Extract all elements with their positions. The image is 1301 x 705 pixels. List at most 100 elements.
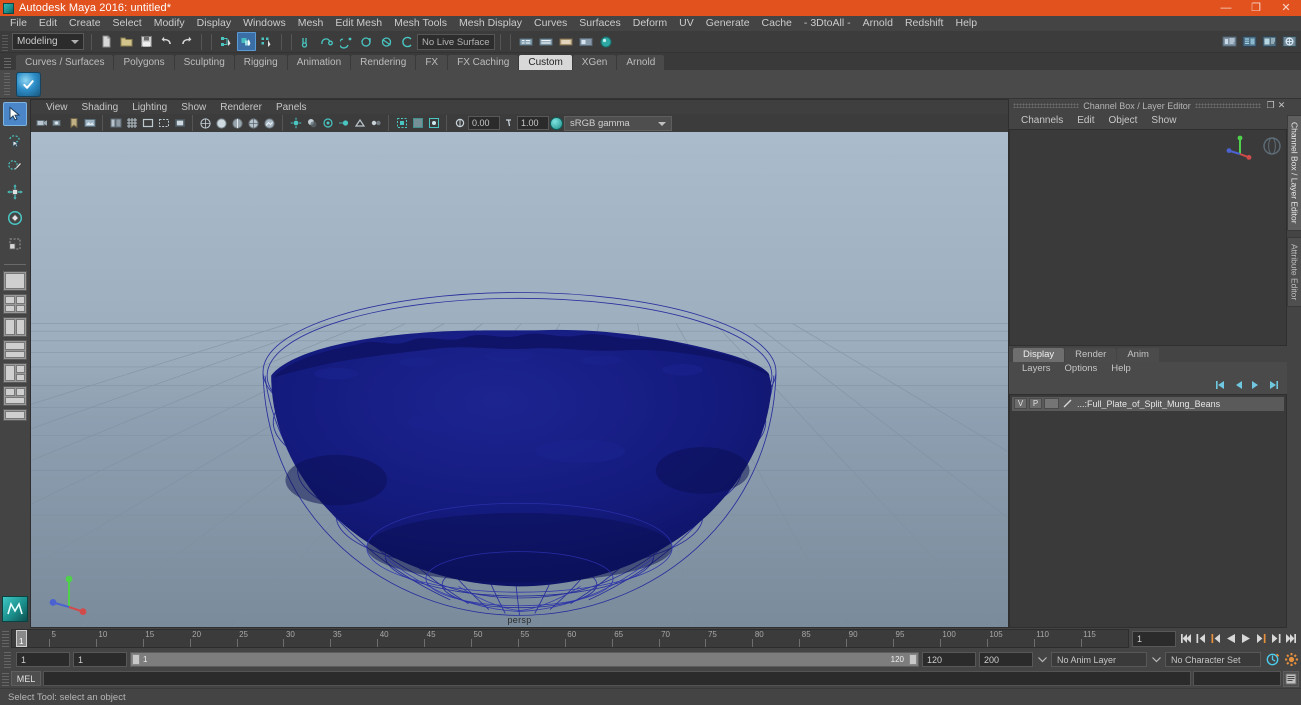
gate-mask-icon[interactable] [172,116,187,131]
step-forward-keyframe-icon[interactable] [1269,631,1282,646]
bookmarks-icon[interactable] [66,116,81,131]
time-cursor[interactable]: 1 [16,630,27,647]
script-editor-icon[interactable] [1283,670,1299,687]
color-management-dropdown[interactable]: sRGB gamma [564,115,672,131]
layout-more-button[interactable] [3,409,27,421]
close-button[interactable]: ✕ [1271,0,1301,16]
anim-layer-field[interactable]: No Anim Layer [1051,651,1147,667]
gamma-icon[interactable] [501,116,516,131]
snap-to-view-plane-icon[interactable] [377,32,396,51]
layout-outliner-persp[interactable] [3,386,27,406]
render-settings-icon[interactable] [576,32,595,51]
shelf-tab-polygons[interactable]: Polygons [114,55,174,70]
hypershade-icon[interactable] [596,32,615,51]
vtab-attribute-editor[interactable]: Attribute Editor [1286,236,1301,307]
menu-help[interactable]: Help [949,16,983,31]
vtab-channel-box-layer-editor[interactable]: Channel Box / Layer Editor [1286,115,1301,231]
menu-generate[interactable]: Generate [700,16,756,31]
go-to-start-icon[interactable] [1179,631,1192,646]
maximize-button[interactable]: ❐ [1241,0,1271,16]
play-forwards-icon[interactable] [1239,631,1252,646]
layer-prev-icon[interactable] [1232,380,1244,391]
shelf-tab-custom[interactable]: Custom [519,55,572,70]
layer-tab-anim[interactable]: Anim [1117,347,1159,362]
select-tool[interactable] [3,102,27,126]
character-set-field[interactable]: No Character Set [1165,651,1261,667]
step-forward-frame-icon[interactable] [1254,631,1267,646]
time-slider[interactable]: 5 10 15 20 25 30 35 40 45 50 55 60 65 70 75 80 85 90 95 100… [11,629,1129,648]
layer-name[interactable]: ...:Full_Plate_of_Split_Mung_Beans [1075,399,1220,409]
lights-toggle-icon[interactable] [288,116,303,131]
menu-cache[interactable]: Cache [756,16,798,31]
menu-mesh-display[interactable]: Mesh Display [453,16,528,31]
step-back-keyframe-icon[interactable] [1194,631,1207,646]
menu-mesh[interactable]: Mesh [292,16,330,31]
menu-redshift[interactable]: Redshift [899,16,950,31]
menu-edit-mesh[interactable]: Edit Mesh [329,16,388,31]
menu-create[interactable]: Create [63,16,107,31]
range-start-field[interactable]: 1 [73,651,127,667]
grid-toggle-icon[interactable] [124,116,139,131]
layer-playback-toggle[interactable]: P [1029,398,1042,409]
make-live-icon[interactable] [397,32,416,51]
go-to-end-icon[interactable] [1284,631,1297,646]
viewport-menu-lighting[interactable]: Lighting [125,100,174,115]
status-line-gripper[interactable] [2,32,8,51]
menu-curves[interactable]: Curves [528,16,573,31]
input-connections-icon[interactable] [516,32,535,51]
layer-tab-render[interactable]: Render [1065,347,1117,362]
viewport-menu-panels[interactable]: Panels [269,100,314,115]
play-backwards-icon[interactable] [1224,631,1237,646]
move-tool[interactable] [3,180,27,204]
layout-four-pane[interactable] [3,294,27,314]
shelf-tab-rendering[interactable]: Rendering [351,55,416,70]
multisample-icon[interactable] [352,116,367,131]
undock-panel-button[interactable]: ❐ [1265,100,1276,111]
menu-select[interactable]: Select [107,16,148,31]
layer-shading-toggle[interactable] [1044,398,1059,409]
layout-single-pane[interactable] [3,271,27,291]
layer-menu-help[interactable]: Help [1104,362,1138,376]
smooth-shading-icon[interactable] [214,116,229,131]
channel-menu-edit[interactable]: Edit [1070,113,1101,129]
command-input[interactable] [43,671,1191,686]
time-slider-gripper[interactable] [2,630,9,647]
live-surface-field[interactable]: No Live Surface [417,33,495,50]
open-render-view-icon[interactable] [1220,32,1239,51]
scale-tool[interactable] [3,232,27,256]
viewport-menu-renderer[interactable]: Renderer [213,100,269,115]
command-line-gripper[interactable] [2,671,9,686]
exposure-icon[interactable] [452,116,467,131]
new-scene-icon[interactable] [97,32,116,51]
layer-first-icon[interactable] [1214,380,1226,391]
screen-space-ao-icon[interactable] [320,116,335,131]
menu-display[interactable]: Display [191,16,237,31]
close-panel-button[interactable]: ✕ [1276,100,1287,111]
isolate-select-icon[interactable] [394,116,409,131]
layer-list[interactable]: V P ...:Full_Plate_of_Split_Mung_Beans [1009,393,1287,628]
menu-3dtoall[interactable]: - 3DtoAll - [798,16,857,31]
range-start-handle[interactable] [132,653,140,665]
smooth-shaded-wire-icon[interactable] [246,116,261,131]
viewport-menu-shading[interactable]: Shading [75,100,126,115]
range-end-field[interactable]: 120 [922,651,976,667]
shelf-tab-rigging[interactable]: Rigging [234,55,287,70]
select-by-object-type-icon[interactable] [237,32,256,51]
xray-toggle-icon[interactable] [410,116,425,131]
texture-toggle-icon[interactable] [262,116,277,131]
resolution-gate-icon[interactable] [156,116,171,131]
paint-select-tool[interactable] [3,154,27,178]
depth-of-field-icon[interactable] [368,116,383,131]
snap-to-grid-icon[interactable] [297,32,316,51]
flat-shading-icon[interactable] [230,116,245,131]
select-by-component-type-icon[interactable] [257,32,276,51]
snap-to-projected-center-icon[interactable] [357,32,376,51]
output-connections-icon[interactable] [536,32,555,51]
layer-last-icon[interactable] [1268,380,1280,391]
shadows-toggle-icon[interactable] [304,116,319,131]
chevron-down-icon[interactable] [1150,652,1162,667]
menu-arnold[interactable]: Arnold [857,16,899,31]
channel-menu-channels[interactable]: Channels [1014,113,1070,129]
undo-icon[interactable] [157,32,176,51]
current-frame-field[interactable]: 1 [1132,630,1176,647]
